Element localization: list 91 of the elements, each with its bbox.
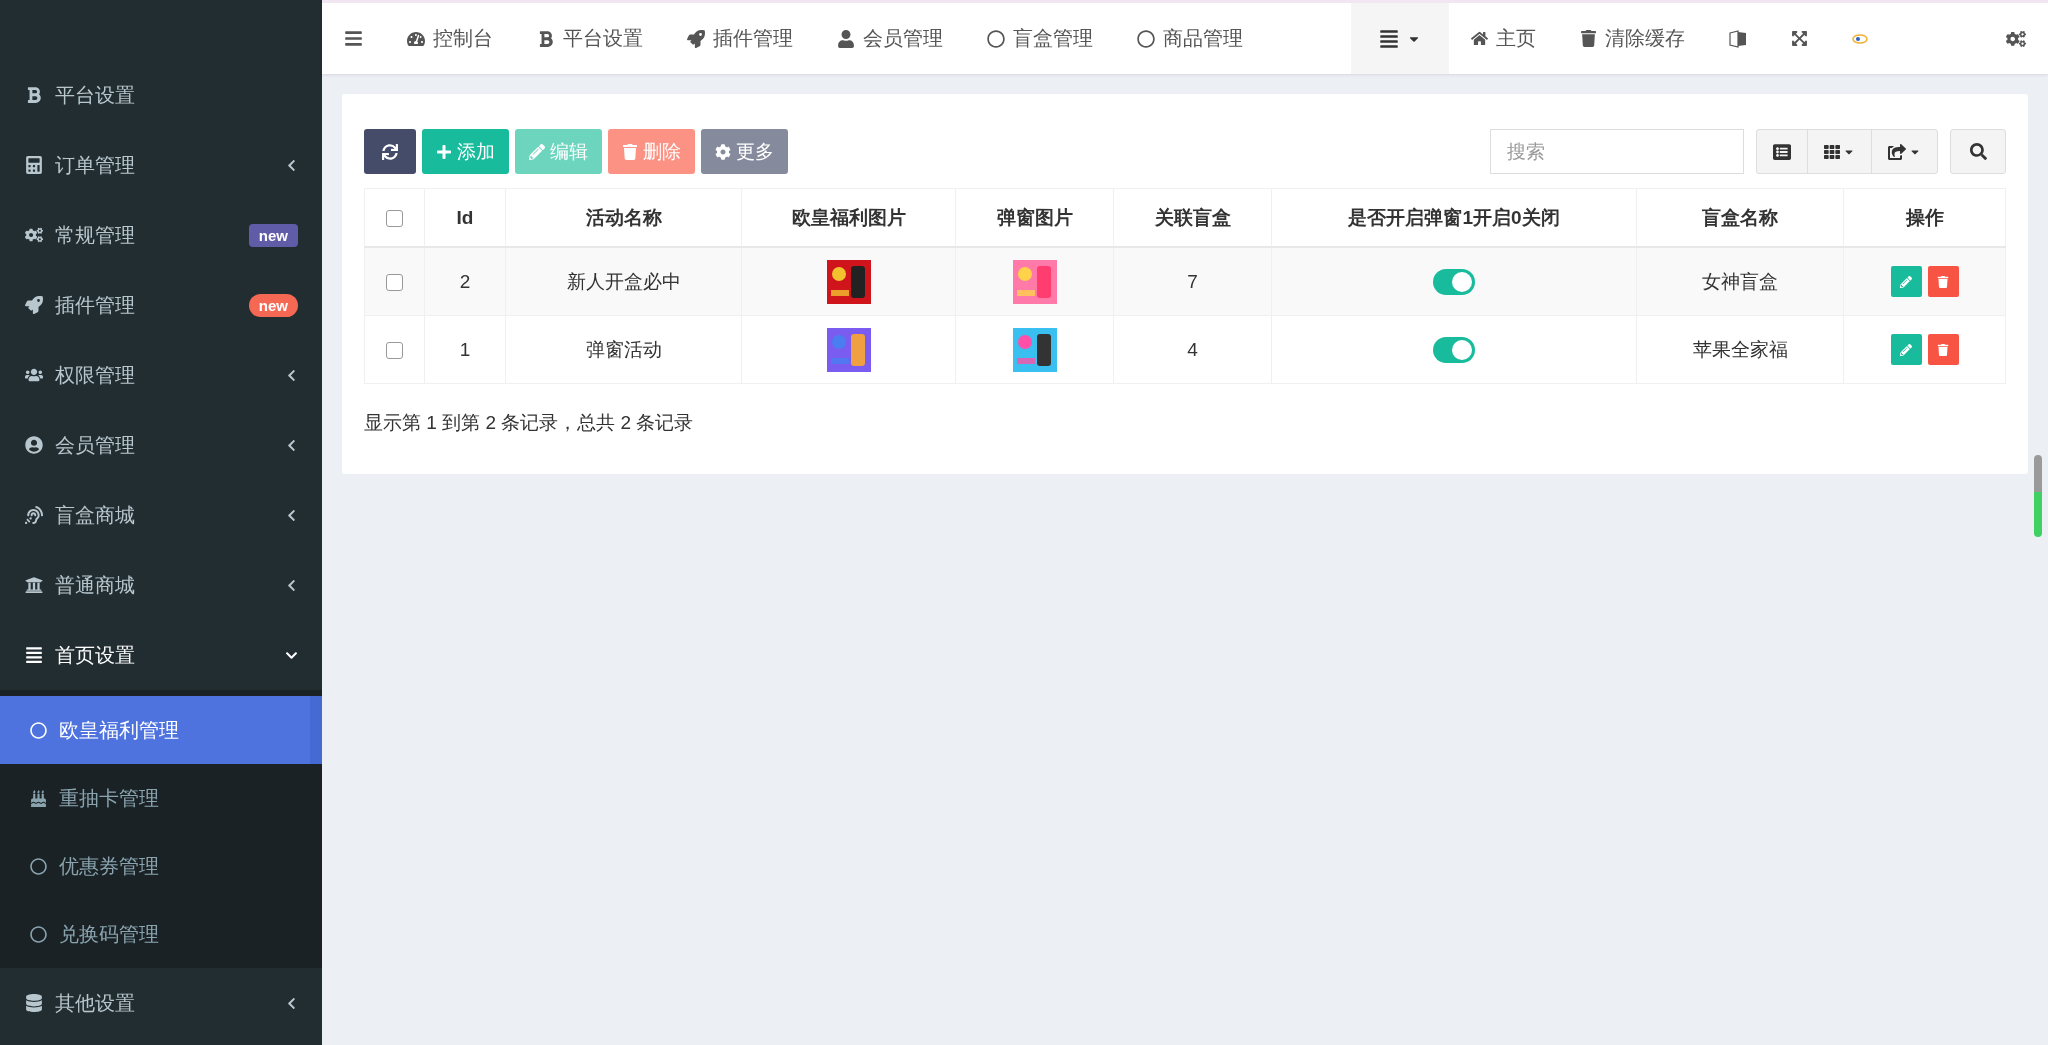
submenu-label: 优惠券管理 — [59, 853, 159, 879]
submenu-item[interactable]: 重抽卡管理 — [0, 764, 322, 832]
select-all-checkbox[interactable] — [386, 210, 403, 227]
expand-icon — [1791, 30, 1808, 47]
calculator-icon — [25, 156, 43, 174]
plus-icon — [436, 143, 452, 160]
bold-b-icon — [25, 86, 43, 104]
logo-icon — [1852, 33, 1868, 44]
trash-icon — [1937, 343, 1949, 356]
chevron-left-icon — [285, 996, 298, 1010]
edit-row-button[interactable] — [1890, 334, 1922, 365]
new-badge: new — [248, 223, 298, 247]
sidebar-label: 常规管理 — [55, 222, 136, 248]
search-button[interactable] — [1950, 129, 2006, 174]
nav-link[interactable]: 主页 — [1449, 3, 1558, 74]
submenu-label: 重抽卡管理 — [59, 785, 159, 811]
scrollbar-thumb[interactable] — [2034, 455, 2042, 537]
chevron-left-icon — [285, 368, 298, 382]
nav-tab[interactable]: 插件管理 — [665, 3, 815, 74]
nav-tab[interactable]: 盲盒管理 — [965, 3, 1115, 74]
ear-icon — [25, 506, 43, 524]
table-cell: 新人开盒必中 — [505, 247, 742, 316]
table-cell: 弹窗活动 — [505, 315, 742, 384]
chevron-left-icon — [285, 508, 298, 522]
chevron-left-icon — [285, 438, 298, 452]
search-field[interactable]: 搜索 — [1490, 129, 1744, 174]
nav-tab[interactable]: 商品管理 — [1115, 3, 1265, 74]
chevron-left-icon — [285, 158, 298, 172]
grid-icon — [1824, 143, 1840, 160]
row-checkbox[interactable] — [386, 342, 403, 359]
export-icon — [1888, 142, 1906, 161]
delete-row-button[interactable] — [1927, 334, 1959, 365]
pencil-icon — [1900, 343, 1912, 356]
nav-dropdown[interactable] — [1351, 3, 1449, 74]
sidebar-label: 其他设置 — [55, 990, 136, 1016]
trash-icon — [1580, 30, 1597, 47]
bold-b-icon — [537, 29, 555, 48]
sidebar-label: 平台设置 — [55, 82, 136, 108]
pencil-icon — [1900, 275, 1912, 288]
nav-tab[interactable]: 控制台 — [385, 3, 515, 74]
delete-row-button[interactable] — [1927, 266, 1959, 297]
dashboard-icon — [407, 29, 425, 48]
sidebar-label: 订单管理 — [55, 152, 136, 178]
list-icon — [1773, 142, 1791, 161]
pencil-icon — [529, 143, 545, 160]
trash-icon — [622, 143, 638, 160]
table-cell: 女神盲盒 — [1636, 247, 1844, 316]
rocket-icon — [25, 296, 43, 314]
sidebar-label: 盲盒商城 — [55, 502, 136, 528]
sidebar-label: 插件管理 — [55, 292, 136, 318]
sidebar-label: 普通商城 — [55, 572, 136, 598]
menu-icon — [344, 29, 363, 48]
chevron-left-icon — [285, 578, 298, 592]
sidebar-label: 首页设置 — [55, 642, 136, 668]
user-icon — [837, 29, 855, 48]
nav-link[interactable]: 清除缓存 — [1558, 3, 1707, 74]
bank-icon — [25, 576, 43, 594]
home-icon — [1471, 30, 1488, 47]
table-cell: 1 — [424, 315, 506, 384]
new-badge: new — [248, 293, 298, 317]
submenu-item[interactable]: 欧皇福利管理 — [0, 696, 322, 764]
sidebar-label: 会员管理 — [55, 432, 136, 458]
gear-icon — [715, 143, 731, 160]
row-checkbox[interactable] — [386, 274, 403, 291]
submenu-item[interactable]: 兑换码管理 — [0, 900, 322, 968]
submenu-label: 兑换码管理 — [59, 921, 159, 947]
list-icon — [1379, 28, 1399, 49]
sidebar-label: 权限管理 — [55, 362, 136, 388]
refresh-icon — [382, 143, 398, 160]
trash-icon — [1937, 275, 1949, 288]
cake-icon — [30, 789, 47, 807]
pagination-info: 显示第 1 到第 2 条记录，总共 2 条记录 — [364, 411, 695, 435]
database-icon — [25, 994, 43, 1012]
submenu-label: 欧皇福利管理 — [59, 717, 179, 743]
toggle-switch[interactable] — [1433, 268, 1475, 295]
toggle-switch[interactable] — [1433, 336, 1475, 363]
nav-tab[interactable]: 会员管理 — [815, 3, 965, 74]
users-icon — [25, 366, 43, 384]
settings-icon — [2006, 28, 2026, 49]
table-cell: 2 — [424, 247, 506, 316]
table-cell: 4 — [1113, 315, 1272, 384]
table-cell: 苹果全家福 — [1636, 315, 1844, 384]
rocket-icon — [687, 29, 705, 48]
nav-tab[interactable]: 平台设置 — [515, 3, 665, 74]
refresh-button[interactable] — [364, 129, 416, 174]
gears-icon — [25, 226, 43, 244]
list-icon — [25, 646, 43, 664]
submenu-item[interactable]: 优惠券管理 — [0, 832, 322, 900]
search-icon — [1969, 143, 1987, 160]
table-cell: 7 — [1113, 247, 1272, 316]
edit-row-button[interactable] — [1890, 266, 1922, 297]
